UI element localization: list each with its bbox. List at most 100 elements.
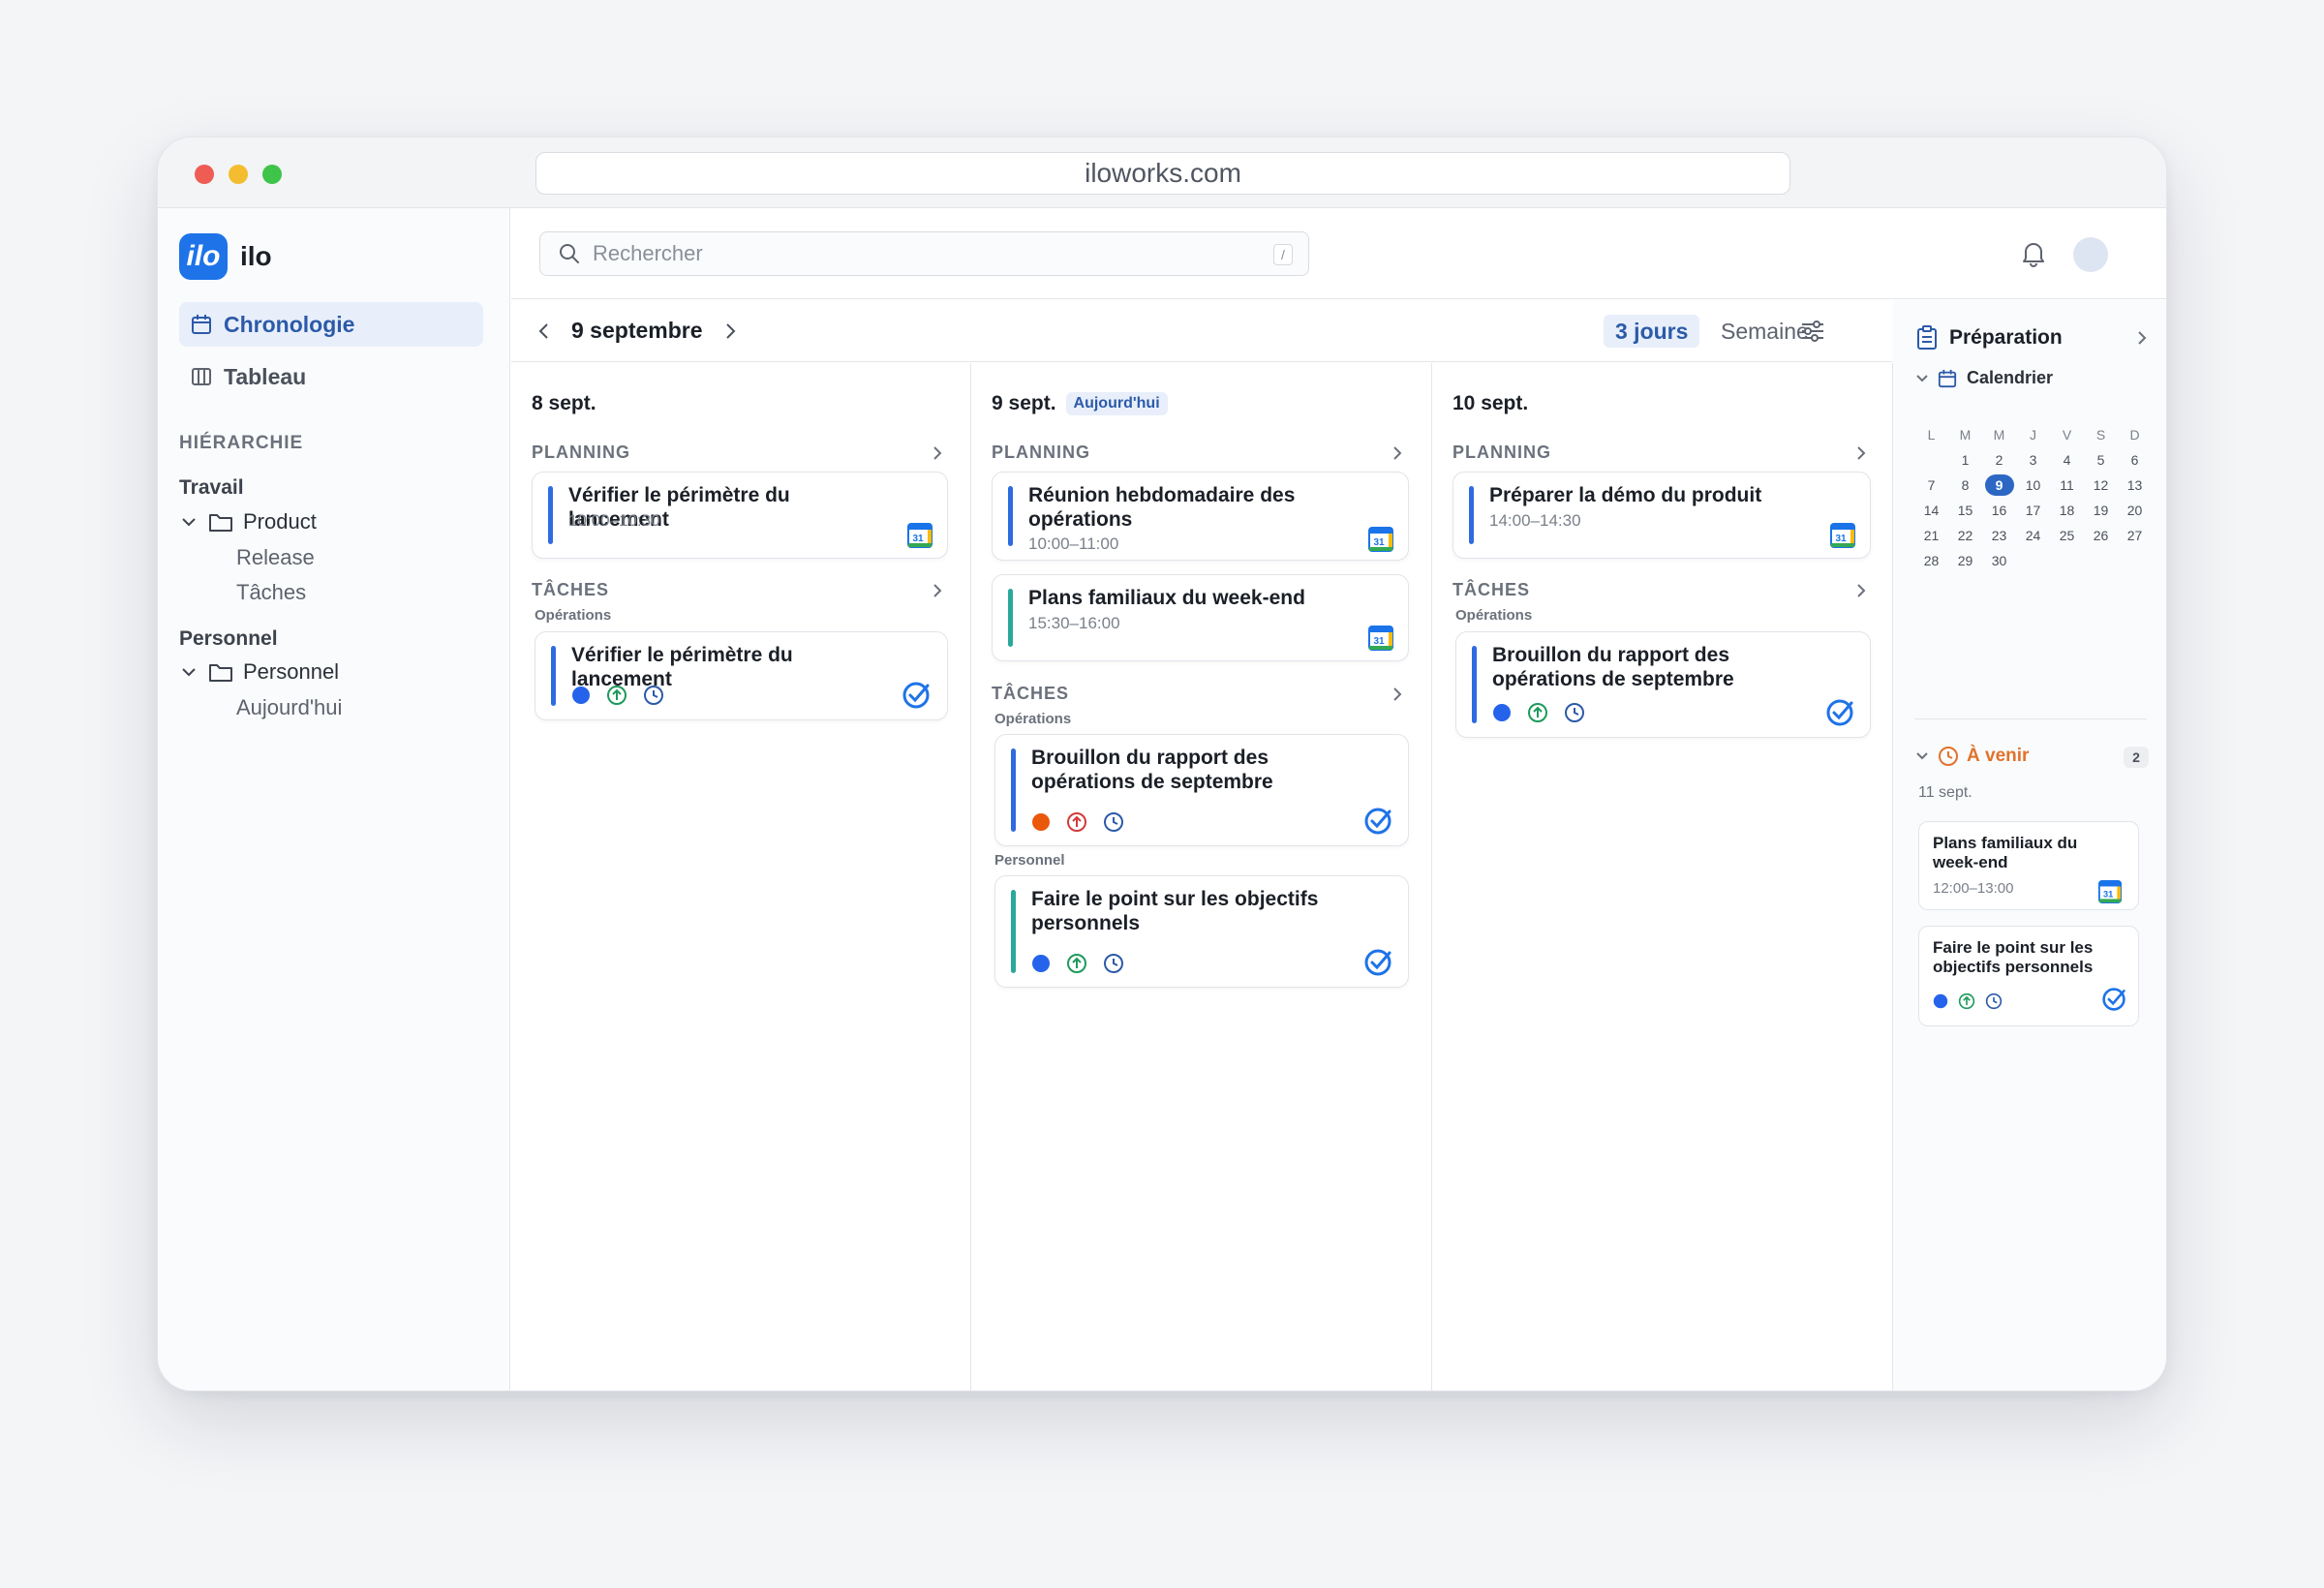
calendar-day[interactable]: 20 — [2118, 498, 2152, 523]
mini-calendar-weekdays: LMMJVSD — [1914, 422, 2152, 447]
chevron-right-icon[interactable] — [931, 582, 944, 599]
calendar-day[interactable]: 27 — [2118, 523, 2152, 548]
calendar-day[interactable]: 8 — [1948, 473, 1982, 498]
chevron-down-icon[interactable] — [179, 512, 199, 532]
tree-folder-personnel[interactable]: Personnel — [179, 659, 339, 685]
calendar-day[interactable]: 16 — [1982, 498, 2016, 523]
logo-icon: ilo — [179, 233, 228, 280]
task-card[interactable]: Faire le point sur les objectifs personn… — [994, 875, 1409, 988]
upcoming-task-card[interactable]: Faire le point sur les objectifs personn… — [1918, 926, 2139, 1026]
calendar-day[interactable]: 12 — [2084, 473, 2118, 498]
calendar-day[interactable]: 10 — [2016, 473, 2050, 498]
check-circle-icon[interactable] — [1363, 948, 1392, 977]
task-card[interactable]: Brouillon du rapport des opérations de s… — [994, 734, 1409, 846]
calendar-day[interactable]: 17 — [2016, 498, 2050, 523]
check-circle-icon[interactable] — [1825, 698, 1854, 727]
tree-item-release[interactable]: Release — [236, 545, 315, 570]
day-column-8-sept: 8 sept. PLANNING Vérifier le périmètre d… — [511, 363, 971, 1390]
chevron-right-icon[interactable] — [1854, 444, 1868, 462]
calendar-day[interactable]: 25 — [2050, 523, 2084, 548]
task-card[interactable]: Brouillon du rapport des opérations de s… — [1455, 631, 1871, 738]
chevron-right-icon[interactable] — [1391, 686, 1404, 703]
tree-item-aujourdhui[interactable]: Aujourd'hui — [236, 695, 342, 720]
status-arrow-up-icon[interactable] — [1066, 811, 1087, 833]
minimize-window-button[interactable] — [229, 165, 248, 184]
column-date: 9 sept. Aujourd'hui — [992, 392, 1168, 415]
calendar-day[interactable]: 24 — [2016, 523, 2050, 548]
status-arrow-up-icon[interactable] — [1527, 702, 1548, 723]
maximize-window-button[interactable] — [262, 165, 282, 184]
clock-icon[interactable] — [1564, 702, 1585, 723]
nav-item-tableau[interactable]: Tableau — [179, 354, 483, 399]
close-window-button[interactable] — [195, 165, 214, 184]
calendar-day[interactable]: 7 — [1914, 473, 1948, 498]
date-navigation-bar: 9 septembre 3 jours Semaine — [511, 300, 1892, 362]
clock-icon[interactable] — [1103, 811, 1124, 833]
tree-item-taches[interactable]: Tâches — [236, 580, 306, 605]
calendar-day[interactable]: 3 — [2016, 447, 2050, 473]
chevron-right-icon[interactable] — [1854, 582, 1868, 599]
bell-icon[interactable] — [2020, 239, 2047, 268]
calendar-day[interactable]: 19 — [2084, 498, 2118, 523]
status-arrow-up-icon[interactable] — [1066, 953, 1087, 974]
calendar-day[interactable]: 14 — [1914, 498, 1948, 523]
clock-icon[interactable] — [643, 685, 664, 706]
clock-icon[interactable] — [1103, 953, 1124, 974]
event-card[interactable]: Vérifier le périmètre du lancement 10:00… — [532, 472, 948, 559]
check-circle-icon[interactable] — [1363, 807, 1392, 836]
task-card[interactable]: Vérifier le périmètre du lancement — [535, 631, 948, 720]
check-circle-icon[interactable] — [2101, 987, 2126, 1012]
hierarchy-heading: HIÉRARCHIE — [179, 433, 304, 453]
event-card[interactable]: Plans familiaux du week-end 15:30–16:00 … — [992, 574, 1409, 661]
url-bar[interactable]: iloworks.com — [535, 152, 1790, 195]
google-calendar-icon: 31 — [1368, 527, 1393, 552]
upcoming-event-card[interactable]: Plans familiaux du week-end 12:00–13:00 … — [1918, 821, 2139, 910]
view-toggle-week[interactable]: Semaine — [1721, 315, 1809, 348]
calendar-day[interactable]: 26 — [2084, 523, 2118, 548]
calendar-day[interactable]: 11 — [2050, 473, 2084, 498]
calendar-day[interactable]: 13 — [2118, 473, 2152, 498]
calendar-day[interactable]: 29 — [1948, 548, 1982, 573]
search-box[interactable]: / — [539, 231, 1309, 276]
clock-icon[interactable] — [1985, 992, 2003, 1010]
calendar-day[interactable]: 2 — [1982, 447, 2016, 473]
svg-text:31: 31 — [2103, 890, 2113, 900]
calendar-day[interactable]: 9 — [1982, 473, 2016, 498]
calendar-day[interactable]: 4 — [2050, 447, 2084, 473]
event-card[interactable]: Préparer la démo du produit 14:00–14:30 … — [1452, 472, 1871, 559]
event-title: Plans familiaux du week-end — [1028, 587, 1305, 609]
calendar-day[interactable]: 5 — [2084, 447, 2118, 473]
status-arrow-up-icon[interactable] — [606, 685, 627, 706]
calendar-day[interactable]: 18 — [2050, 498, 2084, 523]
view-toggle-3-days[interactable]: 3 jours — [1604, 315, 1700, 348]
mini-calendar: L M M J V S D 1 2 3 4 5 6 7 8 9 10 11 12 13 14 15 16 17 18 19 20 21… — [1914, 422, 2152, 573]
calendar-day[interactable]: 6 — [2118, 447, 2152, 473]
check-circle-icon[interactable] — [902, 681, 931, 710]
chevron-right-icon[interactable] — [2135, 329, 2149, 347]
panel-title[interactable]: Préparation — [1916, 325, 2063, 351]
nav-item-chronologie[interactable]: Chronologie — [179, 302, 483, 347]
calendar-day[interactable]: 28 — [1914, 548, 1948, 573]
calendar-day[interactable]: 15 — [1948, 498, 1982, 523]
upcoming-count-badge: 2 — [2124, 747, 2149, 768]
chevron-down-icon[interactable] — [179, 662, 199, 682]
calendar-day[interactable]: 22 — [1948, 523, 1982, 548]
chevron-left-icon[interactable] — [535, 320, 554, 343]
tree-folder-product[interactable]: Product — [179, 509, 317, 534]
chevron-right-icon[interactable] — [720, 320, 740, 343]
nav-item-label: Tableau — [224, 363, 307, 389]
upcoming-section-toggle[interactable]: À venir — [1914, 746, 2029, 767]
status-arrow-up-icon[interactable] — [1958, 992, 1975, 1010]
calendar-day[interactable]: 21 — [1914, 523, 1948, 548]
day-column-9-sept: 9 sept. Aujourd'hui PLANNING Réunion hebd… — [971, 363, 1432, 1390]
calendar-day[interactable]: 23 — [1982, 523, 2016, 548]
chevron-right-icon[interactable] — [1391, 444, 1404, 462]
sliders-settings-icon[interactable] — [1800, 320, 1825, 343]
avatar[interactable] — [2073, 237, 2108, 272]
event-card[interactable]: Réunion hebdomadaire des opérations 10:0… — [992, 472, 1409, 561]
calendar-day[interactable]: 30 — [1982, 548, 2016, 573]
chevron-right-icon[interactable] — [931, 444, 944, 462]
search-input[interactable] — [593, 241, 1212, 266]
calendar-section-toggle[interactable]: Calendrier — [1914, 368, 2053, 388]
calendar-day[interactable]: 1 — [1948, 447, 1982, 473]
